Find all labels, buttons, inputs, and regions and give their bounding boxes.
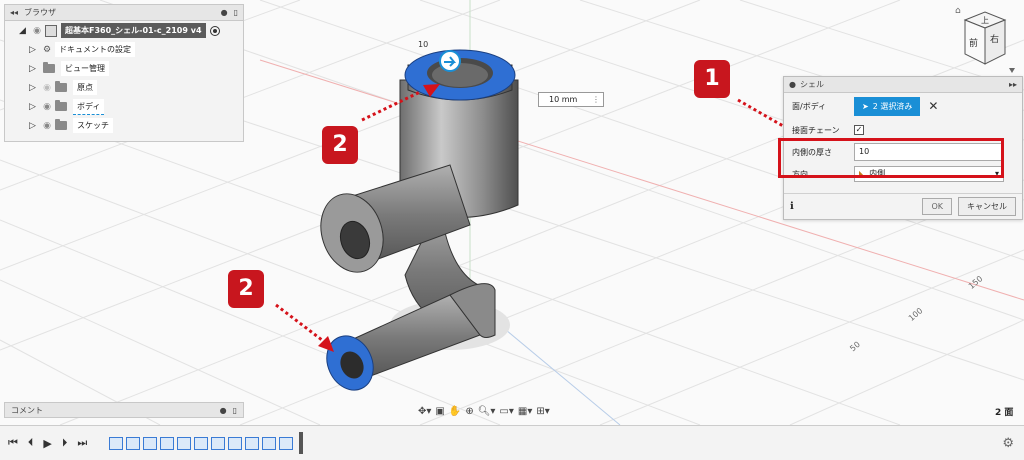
tree-item-bodies[interactable]: ▷ ◉ ボディ [5,97,243,116]
timeline-feature-sketch-icon[interactable] [228,436,243,450]
cursor-icon: ➤ [862,101,869,111]
timeline-feature-revolve-icon[interactable] [245,436,260,450]
timeline-feature-extrude-icon[interactable] [177,436,192,450]
gear-icon: ⚙ [42,44,52,55]
dimension-value: 10 mm [549,95,578,104]
viewcube-front-label: 前 [969,37,978,49]
tree-item-sketches[interactable]: ▷ ◉ スケッチ [5,116,243,135]
document-root-label: 超基本F360_シェル-01-c_2109 v4 [61,23,206,38]
more-options-icon[interactable]: ⋮ [592,93,600,106]
dialog-header: ● シェル ▸▸ [784,77,1022,93]
viewports-icon[interactable]: ⊞▾ [536,406,549,417]
timeline-feature-sketch-icon[interactable] [109,436,124,450]
info-icon[interactable]: ℹ [790,201,794,212]
expanded-triangle-icon[interactable]: ◢ [19,26,29,36]
timeline-feature-extrude-icon[interactable] [126,436,141,450]
tree-root[interactable]: ◢ ◉ 超基本F360_シェル-01-c_2109 v4 [5,21,243,40]
activate-icon[interactable] [209,25,220,36]
viewcube-top-label: 上 [981,16,989,25]
folder-icon [55,81,67,92]
clear-selection-icon[interactable]: ✕ [928,99,938,113]
dimension-input[interactable]: 10 mm ⋮ [538,92,604,107]
collapse-icon[interactable]: ◂◂ [10,8,18,17]
timeline-marker[interactable] [299,432,304,454]
collapsed-triangle-icon[interactable]: ▷ [29,45,39,55]
eye-icon[interactable]: ◉ [39,121,55,131]
selection-text: 2 選択済み [872,101,913,111]
expand-arrows-icon[interactable]: ▸▸ [1009,80,1017,89]
callout-badge-1: 1 [694,60,730,98]
folder-icon [43,62,55,73]
tree-item-label: ドキュメントの設定 [55,42,135,57]
timeline-feature-shell-icon[interactable] [279,436,294,450]
go-to-start-icon[interactable]: ⏮ [8,436,18,450]
callout-badge-2-bottom: 2 [228,270,264,308]
tangent-chain-label: 接面チェーン [792,125,840,135]
callout-highlight-box [778,138,1004,178]
tangent-chain-checkbox[interactable]: ✓ [854,125,864,135]
timeline-feature-sketch-icon[interactable] [211,436,226,450]
timeline-feature-sketch-icon[interactable] [194,436,209,450]
collapsed-triangle-icon[interactable]: ▷ [29,121,39,131]
tree-item-label: 原点 [73,80,97,95]
go-to-end-icon[interactable]: ⏭ [77,436,87,450]
grid-settings-icon[interactable]: ▦▾ [518,406,532,417]
orbit-icon[interactable]: ✥▾ [418,406,431,417]
eye-icon[interactable]: ◉ [29,26,45,36]
tree-item-label: ビュー管理 [61,61,109,76]
collapsed-triangle-icon[interactable]: ▷ [29,102,39,112]
folder-icon [55,100,67,111]
dialog-title: シェル [799,80,824,89]
look-at-icon[interactable]: ▣ [435,406,444,417]
face-body-row: 面/ボディ ➤ 2 選択済み ✕ [784,93,1022,119]
selection-button[interactable]: ➤ 2 選択済み [854,96,921,116]
face-body-label: 面/ボディ [792,101,827,111]
timeline-bar: ⏮ ⏴ ▶ ⏵ ⏭ ⚙ [0,425,1024,460]
navigation-toolbar: ✥▾ ▣ ✋ ⊕ 🔍︎▾ ▭▾ ▦▾ ⊞▾ [418,403,550,420]
tree-item-label: スケッチ [73,118,113,133]
eye-icon[interactable]: ◉ [39,102,55,112]
eye-hidden-icon[interactable]: ◉ [39,83,55,93]
tree-item-origin[interactable]: ▷ ◉ 原点 [5,78,243,97]
comments-toggle-icon[interactable]: ▯ [233,406,237,415]
timeline-settings-gear-icon[interactable]: ⚙ [1002,436,1014,451]
step-back-icon[interactable]: ⏴ [28,436,34,450]
component-icon [45,24,57,37]
comments-panel[interactable]: コメント ● ▯ [4,402,244,418]
step-forward-icon[interactable]: ⏵ [62,436,68,450]
folder-icon [55,119,67,130]
viewcube-right-label: 右 [990,33,999,45]
collapsed-triangle-icon[interactable]: ▷ [29,64,39,74]
dialog-collapse-icon[interactable]: ● [789,80,796,89]
comments-label: コメント [11,405,43,415]
cancel-button[interactable]: キャンセル [958,197,1016,216]
browser-title: ブラウザ [24,8,57,17]
play-icon[interactable]: ▶ [43,437,51,450]
panel-close-icon[interactable]: ● [221,8,228,17]
status-faces: 2 面 [995,408,1014,418]
browser-header: ◂◂ ブラウザ ● ▯ [5,5,243,21]
tree-item-named-views[interactable]: ▷ ビュー管理 [5,59,243,78]
dialog-footer: ℹ OK キャンセル [784,193,1022,219]
timeline-feature-sketch-icon[interactable] [262,436,277,450]
zoom-window-icon[interactable]: ⊕ [465,406,473,417]
home-icon[interactable]: ⌂ [955,6,961,16]
zoom-icon[interactable]: 🔍︎▾ [478,406,496,417]
pan-icon[interactable]: ✋ [449,406,461,417]
timeline-feature-sketch-icon[interactable] [160,436,175,450]
browser-panel: ◂◂ ブラウザ ● ▯ ◢ ◉ 超基本F360_シェル-01-c_2109 v4… [4,4,244,142]
comments-close-icon[interactable]: ● [220,406,227,415]
tree-item-label: ボディ [73,98,105,115]
panel-toggle-icon[interactable]: ▯ [234,8,238,17]
ok-button[interactable]: OK [922,198,952,215]
collapsed-triangle-icon[interactable]: ▷ [29,83,39,93]
callout-badge-2-top: 2 [322,126,358,164]
display-settings-icon[interactable]: ▭▾ [499,406,513,417]
timeline-feature-sketch-icon[interactable] [143,436,158,450]
tree-item-document-settings[interactable]: ▷ ⚙ ドキュメントの設定 [5,40,243,59]
view-cube[interactable]: 上 前 右 [950,8,1020,78]
